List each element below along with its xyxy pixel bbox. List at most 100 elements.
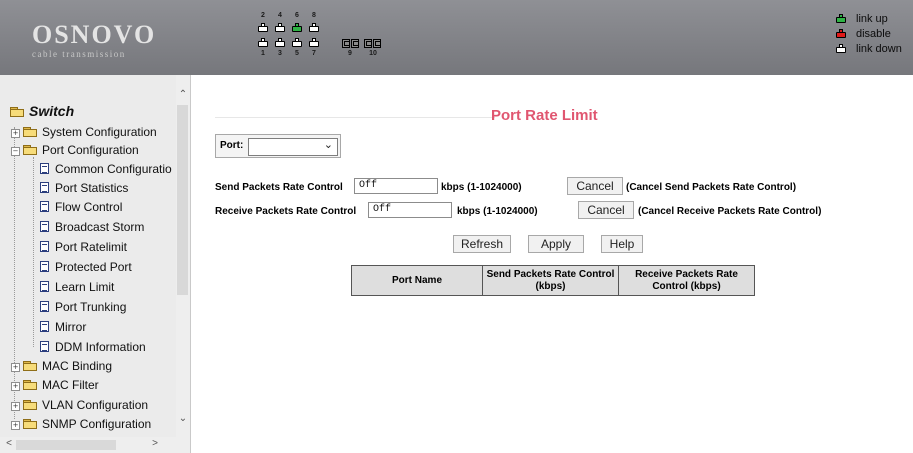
folder-icon	[23, 361, 38, 371]
sidebar-item-label: Broadcast Storm	[55, 220, 145, 234]
port-3-icon[interactable]	[275, 38, 285, 47]
sidebar-item-label: Port Statistics	[55, 181, 129, 195]
link-up-icon	[836, 14, 846, 23]
sidebar-item-label: MAC Filter	[42, 378, 99, 392]
document-icon	[40, 341, 49, 352]
expand-icon[interactable]: +	[11, 129, 20, 138]
sidebar-item-port-ratelimit[interactable]: Port Ratelimit	[40, 240, 127, 254]
receive-rate-unit: kbps (1-1024000)	[457, 206, 538, 217]
refresh-button[interactable]: Refresh	[453, 235, 511, 253]
sidebar-item-common-configuration[interactable]: Common Configuratio	[40, 162, 172, 176]
port-6-icon[interactable]	[292, 23, 302, 32]
legend-label: link down	[856, 43, 902, 55]
sidebar-item-port-trunking[interactable]: Port Trunking	[40, 300, 126, 314]
help-button[interactable]: Help	[601, 235, 643, 253]
folder-open-icon	[10, 107, 25, 117]
send-cancel-button[interactable]: Cancel	[567, 177, 623, 195]
document-icon	[40, 201, 49, 212]
sidebar-item-label: VLAN Configuration	[42, 398, 149, 412]
sidebar-item-system-configuration[interactable]: + System Configuration	[11, 125, 157, 139]
sidebar-item-protected-port[interactable]: Protected Port	[40, 260, 132, 274]
port-number-label: 10	[369, 50, 377, 57]
folder-icon	[23, 127, 38, 137]
sidebar-item-label: MAC Binding	[42, 359, 113, 373]
port-number-label: 3	[278, 50, 282, 57]
receive-rate-label: Receive Packets Rate Control	[215, 206, 357, 217]
scroll-down-icon[interactable]: ⌄	[176, 413, 190, 424]
port-select[interactable]: ⌄	[248, 138, 338, 156]
scrollbar-thumb[interactable]	[177, 105, 188, 295]
document-icon	[40, 301, 49, 312]
sidebar-horizontal-scrollbar[interactable]: < >	[0, 437, 190, 453]
disable-icon	[836, 29, 846, 38]
expand-icon[interactable]: +	[11, 363, 20, 372]
sidebar-item-label: DDM Information	[55, 340, 146, 354]
expand-icon[interactable]: +	[11, 421, 20, 430]
port-1-icon[interactable]	[258, 38, 268, 47]
sidebar-item-vlan-configuration[interactable]: + VLAN Configuration	[11, 398, 148, 412]
link-down-icon	[836, 44, 846, 53]
expand-icon[interactable]: +	[11, 382, 20, 391]
folder-icon	[23, 419, 38, 429]
port-5-icon[interactable]	[292, 38, 302, 47]
receive-cancel-button[interactable]: Cancel	[578, 201, 634, 219]
sidebar-item-label: Switch	[29, 103, 75, 119]
page-title: Port Rate Limit	[491, 107, 598, 124]
sidebar-item-mac-filter[interactable]: + MAC Filter	[11, 378, 99, 392]
sidebar-item-mac-binding[interactable]: + MAC Binding	[11, 359, 112, 373]
sfp-port-10-icon[interactable]	[364, 39, 372, 48]
send-rate-input[interactable]: Off	[354, 178, 438, 194]
port-8-icon[interactable]	[309, 23, 319, 32]
column-header-receive-rate: Receive Packets Rate Control (kbps)	[618, 265, 755, 296]
port-2-icon[interactable]	[258, 23, 268, 32]
table-header-row: Port Name Send Packets Rate Control (kbp…	[351, 265, 755, 296]
port-number-label: 6	[295, 12, 299, 19]
receive-cancel-note: (Cancel Receive Packets Rate Control)	[638, 206, 822, 217]
chevron-down-icon: ⌄	[323, 139, 333, 151]
document-icon	[40, 221, 49, 232]
sidebar-item-snmp-configuration[interactable]: + SNMP Configuration	[11, 417, 151, 431]
apply-button[interactable]: Apply	[528, 235, 584, 253]
receive-rate-input[interactable]: Off	[368, 202, 452, 218]
send-rate-unit: kbps (1-1024000)	[441, 182, 522, 193]
sidebar-item-port-configuration[interactable]: − Port Configuration	[11, 143, 139, 157]
port-number-label: 1	[261, 50, 265, 57]
sidebar-item-flow-control[interactable]: Flow Control	[40, 200, 122, 214]
legend-label: disable	[856, 28, 891, 40]
title-divider	[215, 117, 495, 118]
port-number-label: 2	[261, 12, 265, 19]
column-header-port-name: Port Name	[351, 265, 483, 296]
main-content: Port Rate Limit Port: ⌄ Send Packets Rat…	[191, 75, 913, 453]
sidebar-item-mirror[interactable]: Mirror	[40, 320, 86, 334]
document-icon	[40, 261, 49, 272]
send-cancel-note: (Cancel Send Packets Rate Control)	[626, 182, 797, 193]
sfp-port-9-icon[interactable]	[351, 39, 359, 48]
scroll-right-icon[interactable]: >	[148, 438, 162, 449]
sidebar-item-label: Common Configuratio	[55, 162, 172, 176]
scrollbar-thumb[interactable]	[16, 440, 116, 450]
sfp-port-9-icon[interactable]	[342, 39, 350, 48]
sidebar-root-switch[interactable]: Switch	[10, 103, 74, 119]
sidebar-item-ddm-information[interactable]: DDM Information	[40, 340, 146, 354]
expand-icon[interactable]: +	[11, 402, 20, 411]
header-bar: OSNOVO cable transmission 2 4 6 8 1 3 5 …	[0, 0, 913, 75]
sidebar-vertical-scrollbar[interactable]: ⌃ ⌄	[176, 75, 190, 437]
scroll-left-icon[interactable]: <	[2, 438, 16, 449]
sidebar-item-port-statistics[interactable]: Port Statistics	[40, 181, 128, 195]
sidebar-item-label: Port Configuration	[42, 143, 139, 157]
brand-logo: OSNOVO cable transmission	[32, 22, 156, 60]
brand-tagline: cable transmission	[32, 49, 126, 59]
scroll-up-icon[interactable]: ⌃	[176, 89, 190, 100]
sidebar-item-broadcast-storm[interactable]: Broadcast Storm	[40, 220, 144, 234]
sfp-port-10-icon[interactable]	[373, 39, 381, 48]
sidebar-item-label: Port Trunking	[55, 300, 127, 314]
port-7-icon[interactable]	[309, 38, 319, 47]
port-4-icon[interactable]	[275, 23, 285, 32]
port-number-label: 9	[348, 50, 352, 57]
sidebar-item-label: Flow Control	[55, 200, 123, 214]
collapse-icon[interactable]: −	[11, 147, 20, 156]
sidebar-item-label: Mirror	[55, 320, 87, 334]
sidebar-item-learn-limit[interactable]: Learn Limit	[40, 280, 114, 294]
sidebar-item-label: Protected Port	[55, 260, 132, 274]
sidebar-item-label: SNMP Configuration	[42, 417, 152, 431]
